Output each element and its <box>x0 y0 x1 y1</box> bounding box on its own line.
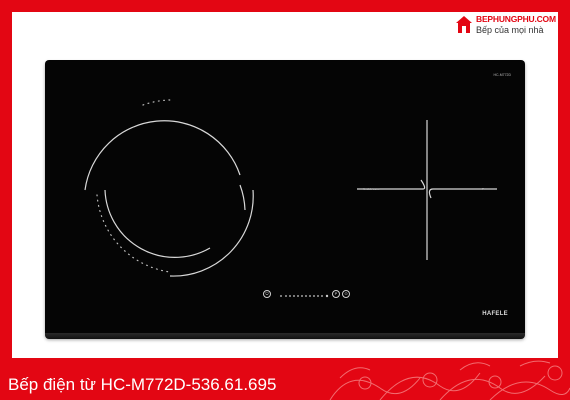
house-icon <box>455 15 473 35</box>
product-title: Bếp điện từ HC-M772D-536.61.695 <box>8 375 277 394</box>
logo-slogan: Bếp của mọi nhà <box>476 25 544 35</box>
brand-logo: HAFELE <box>482 311 508 317</box>
lock-button[interactable]: ⊙ <box>342 290 350 298</box>
cooktop-glass: HC-M772D flexible zone P ⏻ P ⊙ HAFELE <box>45 60 525 338</box>
zone-right-label: P <box>482 187 485 191</box>
power-icon: ⏻ <box>265 291 269 296</box>
footer-banner: Bếp điện từ HC-M772D-536.61.695 <box>0 358 570 400</box>
site-logo[interactable]: BEPHUNGPHU.COM Bếp của mọi nhà <box>455 14 565 38</box>
left-zone-arc-bottom <box>169 189 254 277</box>
zone-left-label: flexible zone <box>363 187 380 191</box>
left-zone-arc-top <box>84 120 241 191</box>
power-slider <box>280 294 329 298</box>
cooktop-markings <box>84 99 497 298</box>
left-zone-dotted-ring-top <box>142 99 171 106</box>
power-button[interactable]: ⏻ <box>263 290 271 298</box>
left-zone-arc-right <box>239 184 246 211</box>
decorative-pattern <box>329 360 570 400</box>
model-code: HC-M772D <box>493 73 511 77</box>
logo-domain: BEPHUNGPHU.COM <box>476 14 556 24</box>
boost-button[interactable]: P <box>332 290 340 298</box>
cooktop-edge <box>45 333 525 339</box>
